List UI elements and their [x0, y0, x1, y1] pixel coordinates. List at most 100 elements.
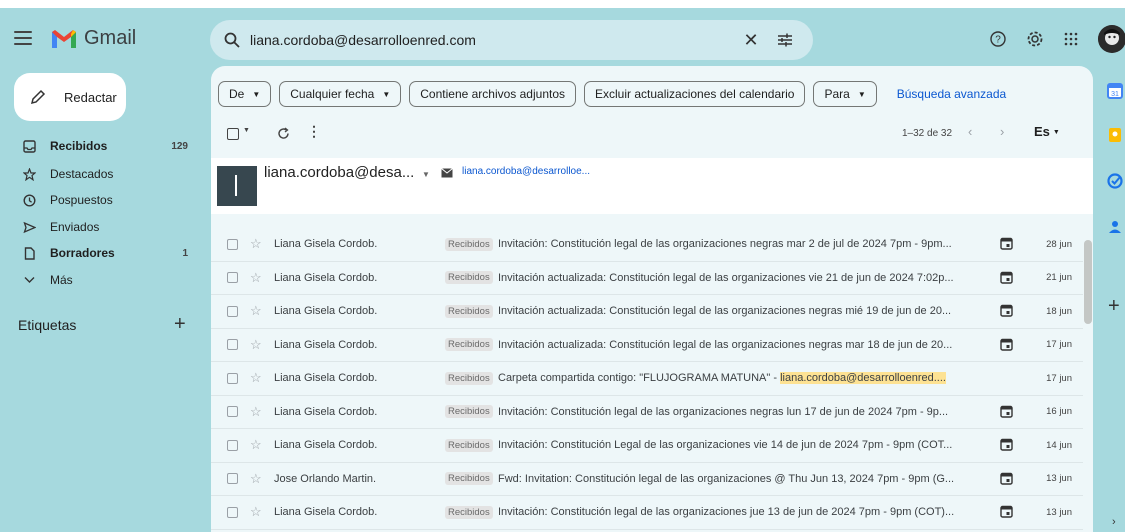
more-options-icon[interactable]: ⋮	[307, 123, 321, 140]
select-all-checkbox[interactable]	[227, 128, 239, 140]
star-icon[interactable]: ☆	[250, 303, 262, 319]
calendar-event-icon[interactable]	[1000, 304, 1013, 317]
calendar-event-icon[interactable]	[1000, 438, 1013, 451]
email-row[interactable]: ☆ Liana Gisela Cordob. Recibidos Invitación…	[211, 328, 1083, 362]
star-icon[interactable]: ☆	[250, 404, 262, 420]
add-label-icon[interactable]: +	[174, 313, 186, 336]
sidebar-item-snoozed[interactable]: Pospuestos	[0, 187, 200, 213]
row-checkbox[interactable]	[227, 439, 238, 451]
input-tools-toggle[interactable]: Es ▼	[1034, 124, 1060, 139]
compose-button[interactable]: Redactar	[14, 73, 126, 121]
from-filter-chip[interactable]: De ▼	[218, 81, 272, 107]
draft-icon	[21, 245, 37, 261]
sidebar-item-more[interactable]: Más	[0, 267, 200, 293]
email-row[interactable]: ☆ Liana Gisela Cordob. Recibidos Invitación…	[211, 295, 1083, 329]
row-checkbox[interactable]	[227, 406, 238, 418]
add-addon-icon[interactable]: +	[1108, 295, 1120, 318]
row-checkbox[interactable]	[227, 238, 238, 250]
calendar-event-icon[interactable]	[1000, 271, 1013, 284]
search-icon[interactable]	[222, 30, 242, 50]
attachments-filter-chip[interactable]: Contiene archivos adjuntos	[409, 81, 577, 107]
inbox-label-tag[interactable]: Recibidos	[445, 338, 493, 352]
star-icon[interactable]: ☆	[250, 370, 262, 386]
main-menu-icon[interactable]	[12, 27, 34, 51]
star-icon[interactable]: ☆	[250, 236, 262, 252]
pagination-range: 1–32 de 32	[902, 128, 953, 139]
account-avatar[interactable]	[1098, 25, 1125, 53]
tasks-icon[interactable]	[1106, 172, 1124, 190]
calendar-event-icon[interactable]	[1000, 405, 1013, 418]
inbox-label-tag[interactable]: Recibidos	[445, 304, 493, 318]
previous-page-icon[interactable]: ‹	[968, 124, 972, 139]
email-list: ☆ Liana Gisela Cordob. Recibidos Invitación…	[211, 228, 1083, 530]
email-row[interactable]: ☆ Liana Gisela Cordob. Recibidos Invitación…	[211, 395, 1083, 429]
sidebar-item-starred[interactable]: Destacados	[0, 161, 200, 187]
subject-text: Invitación actualizada: Constitución leg…	[498, 305, 952, 318]
calendar-event-icon[interactable]	[1000, 237, 1013, 250]
search-input[interactable]: liana.cordoba@desarrolloenred.com	[250, 32, 739, 48]
email-row[interactable]: ☆ Liana Gisela Cordob. Recibidos Invitación…	[211, 429, 1083, 463]
calendar-icon[interactable]: 31	[1106, 82, 1124, 100]
star-icon[interactable]: ☆	[250, 337, 262, 353]
star-icon[interactable]: ☆	[250, 504, 262, 520]
sidebar-item-drafts[interactable]: Borradores 1	[0, 240, 200, 266]
inbox-label-tag[interactable]: Recibidos	[445, 438, 493, 452]
sidebar-item-label: Destacados	[50, 167, 114, 181]
keep-icon[interactable]	[1106, 126, 1124, 144]
scrollbar[interactable]	[1083, 228, 1093, 532]
exclude-calendar-chip[interactable]: Excluir actualizaciones del calendario	[584, 81, 806, 107]
sidebar-item-sent[interactable]: Enviados	[0, 214, 200, 240]
contact-name: liana.cordoba@desa...	[264, 164, 415, 181]
email-sender: Liana Gisela Cordob.	[274, 439, 378, 452]
star-icon[interactable]: ☆	[250, 270, 262, 286]
email-row[interactable]: ☆ Liana Gisela Cordob. Recibidos Invitación…	[211, 261, 1083, 295]
email-date: 17 jun	[1046, 372, 1072, 384]
inbox-label-tag[interactable]: Recibidos	[445, 237, 493, 251]
email-row[interactable]: ☆ Liana Gisela Cordob. Recibidos Carpeta co…	[211, 362, 1083, 396]
settings-gear-icon[interactable]	[1022, 26, 1048, 52]
svg-text:?: ?	[995, 35, 1001, 46]
email-row[interactable]: ☆ Jose Orlando Martin. Recibidos Fwd: Invit…	[211, 462, 1083, 496]
next-page-icon[interactable]: ›	[1000, 124, 1004, 139]
to-filter-chip[interactable]: Para ▼	[813, 81, 877, 107]
inbox-label-tag[interactable]: Recibidos	[445, 405, 493, 419]
row-checkbox[interactable]	[227, 272, 238, 284]
email-row[interactable]: ☆ Liana Gisela Cordob. Recibidos Invitación…	[211, 496, 1083, 530]
star-icon[interactable]: ☆	[250, 471, 262, 487]
row-checkbox[interactable]	[227, 305, 238, 317]
advanced-search-link[interactable]: Búsqueda avanzada	[897, 87, 1006, 101]
main-panel: De ▼ Cualquier fecha ▼ Contiene archivos a…	[211, 66, 1093, 532]
email-date: 13 jun	[1046, 506, 1072, 518]
contacts-icon[interactable]	[1106, 218, 1124, 236]
calendar-event-icon[interactable]	[1000, 505, 1013, 518]
sidebar-item-inbox[interactable]: Recibidos 129	[0, 133, 200, 159]
search-options-icon[interactable]	[773, 28, 797, 52]
contact-dropdown-icon[interactable]: ▼	[422, 170, 430, 179]
inbox-label-tag[interactable]: Recibidos	[445, 505, 493, 519]
date-filter-chip[interactable]: Cualquier fecha ▼	[279, 81, 402, 107]
show-side-panel-icon[interactable]: ›	[1112, 516, 1116, 528]
pencil-icon	[28, 87, 48, 107]
star-icon	[21, 166, 37, 182]
select-menu-caret-icon[interactable]: ▼	[243, 127, 250, 134]
row-checkbox[interactable]	[227, 372, 238, 384]
search-bar[interactable]: liana.cordoba@desarrolloenred.com ✕	[210, 20, 813, 60]
calendar-event-icon[interactable]	[1000, 338, 1013, 351]
calendar-event-icon[interactable]	[1000, 472, 1013, 485]
inbox-label-tag[interactable]: Recibidos	[445, 472, 493, 486]
help-icon[interactable]: ?	[985, 26, 1011, 52]
contact-card[interactable]: liana.cordoba@desa... ▼ liana.cordoba@de…	[211, 158, 1093, 214]
inbox-label-tag[interactable]: Recibidos	[445, 271, 493, 285]
star-icon[interactable]: ☆	[250, 437, 262, 453]
gmail-logo[interactable]: Gmail	[50, 27, 136, 50]
refresh-icon[interactable]	[275, 124, 291, 142]
scrollbar-thumb[interactable]	[1084, 240, 1092, 324]
inbox-label-tag[interactable]: Recibidos	[445, 371, 493, 385]
email-row[interactable]: ☆ Liana Gisela Cordob. Recibidos Invitación…	[211, 228, 1083, 262]
row-checkbox[interactable]	[227, 339, 238, 351]
apps-grid-icon[interactable]	[1058, 26, 1084, 52]
row-checkbox[interactable]	[227, 506, 238, 518]
row-checkbox[interactable]	[227, 473, 238, 485]
clear-search-icon[interactable]: ✕	[739, 28, 763, 52]
contact-email-link[interactable]: liana.cordoba@desarrolloe...	[462, 166, 590, 177]
